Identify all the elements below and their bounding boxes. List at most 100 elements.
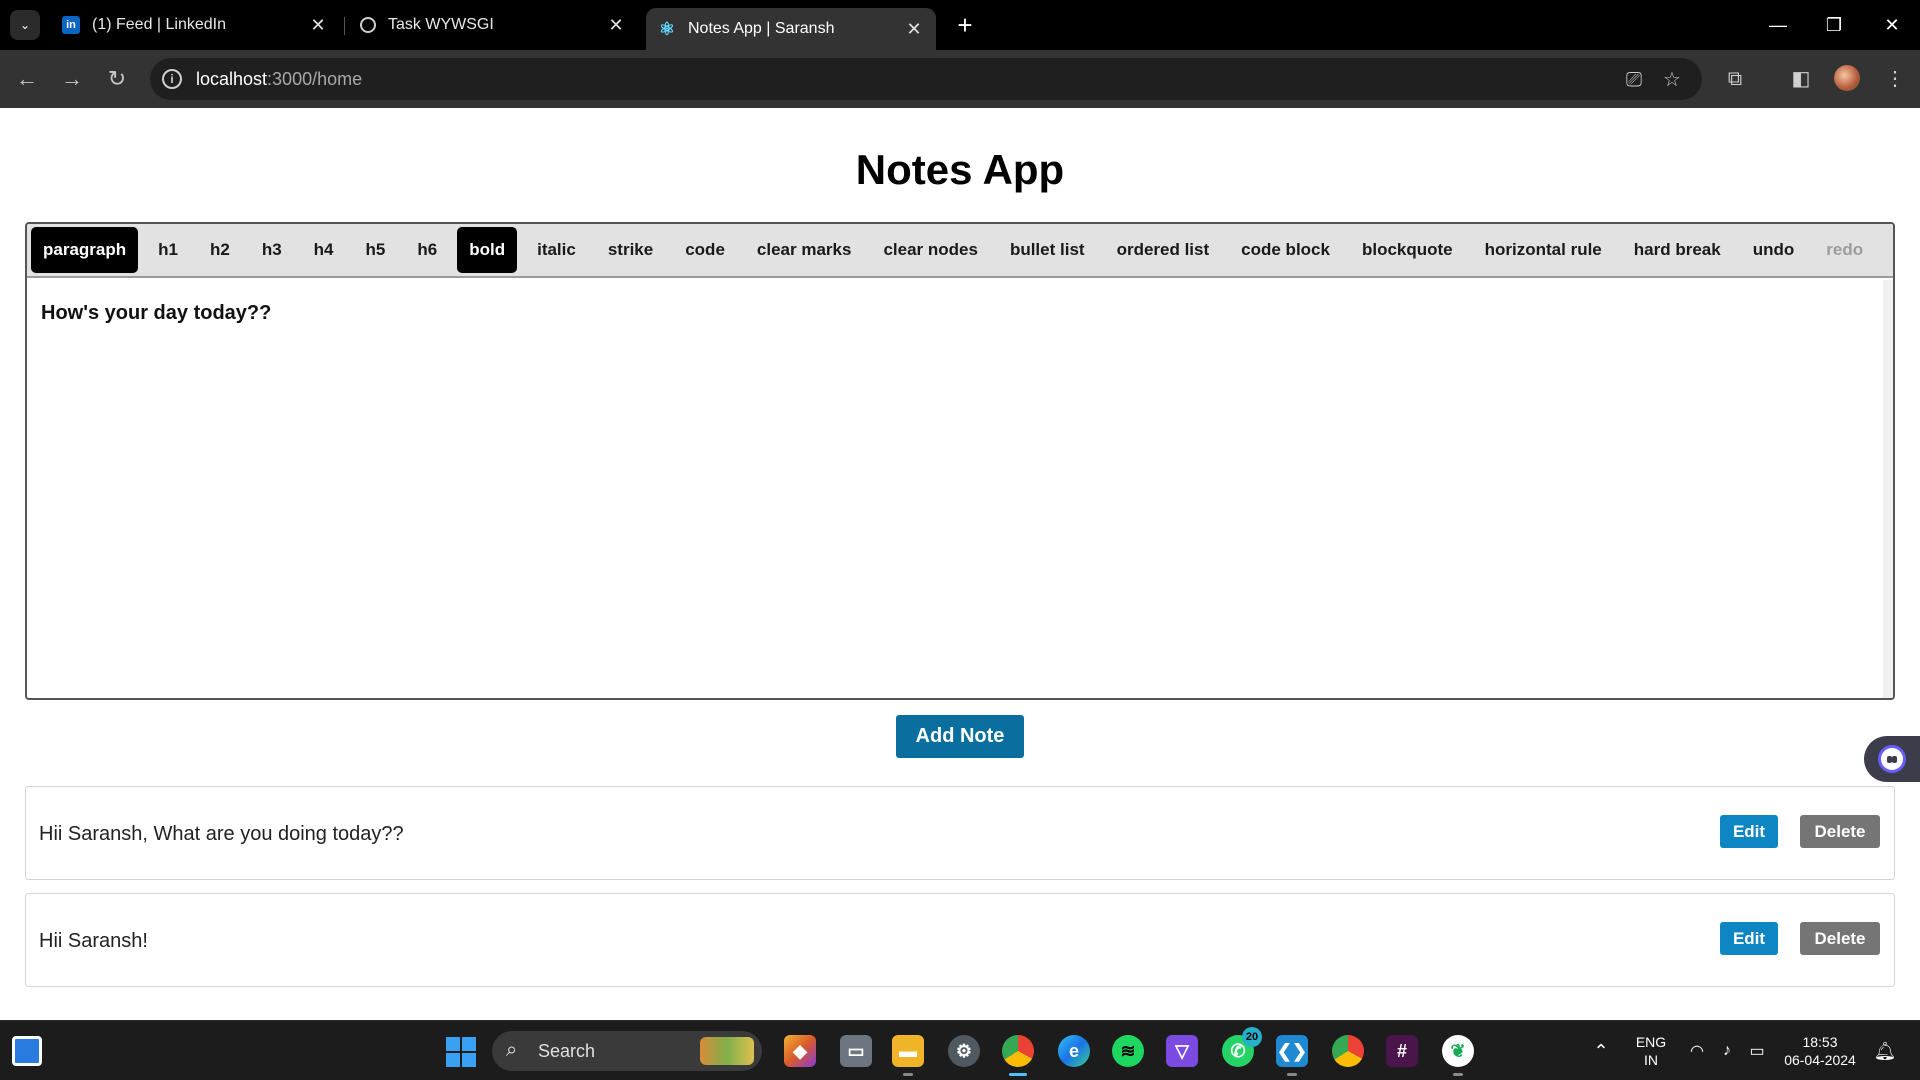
note-text: Hii Saransh, What are you doing today??: [39, 823, 404, 845]
close-window-button[interactable]: ✕: [1862, 0, 1920, 50]
rich-text-editor: paragraph h1 h2 h3 h4 h5 h6 bold italic strike cod…: [25, 222, 1895, 700]
note-text: Hii Saransh!: [39, 930, 148, 952]
menu-button-clear-nodes[interactable]: clear nodes: [871, 227, 990, 273]
tab-strip: ⌄ in (1) Feed | LinkedIn ✕ Task WYWSGI ✕…: [0, 0, 1920, 50]
tab-title: (1) Feed | LinkedIn: [92, 16, 227, 33]
url-text[interactable]: localhost:3000/home: [196, 69, 362, 90]
volume-icon[interactable]: ♪: [1714, 1021, 1740, 1080]
settings-gear-icon[interactable]: ⚙: [948, 1035, 980, 1067]
copilot-icon[interactable]: ◆: [784, 1035, 816, 1067]
note-card: Hii Saransh! Edit Delete: [25, 893, 1895, 987]
wifi-icon[interactable]: ◠: [1684, 1021, 1710, 1080]
restore-button[interactable]: ❐: [1804, 0, 1864, 50]
task-view-icon[interactable]: ▭: [840, 1035, 872, 1067]
menu-button-h1[interactable]: h1: [146, 227, 190, 273]
spotify-icon[interactable]: ≋: [1112, 1035, 1144, 1067]
notification-badge: 20: [1242, 1027, 1262, 1047]
close-icon[interactable]: ✕: [308, 15, 328, 36]
widgets-icon[interactable]: [12, 1036, 42, 1066]
tab-title: Task WYWSGI: [388, 16, 494, 33]
language-code: ENG: [1635, 1034, 1667, 1050]
show-hidden-icons-chevron-up-icon[interactable]: ⌃: [1586, 1021, 1616, 1080]
search-highlight-image: [700, 1037, 754, 1065]
tab-separator: [344, 17, 345, 35]
chevron-down-icon: ⌄: [19, 18, 31, 32]
menu-button-h3[interactable]: h3: [250, 227, 294, 273]
install-app-icon[interactable]: ⎚: [1622, 68, 1646, 92]
vscode-icon[interactable]: ❮❯: [1276, 1035, 1308, 1067]
new-tab-button[interactable]: +: [950, 10, 980, 40]
add-note-button[interactable]: Add Note: [896, 715, 1024, 758]
taskbar-search[interactable]: ⌕ Search: [492, 1031, 762, 1071]
globe-icon: [360, 17, 376, 33]
assistant-widget[interactable]: [1864, 736, 1920, 782]
delete-button[interactable]: Delete: [1800, 815, 1880, 848]
proton-vpn-icon[interactable]: ▽: [1166, 1035, 1198, 1067]
edit-button[interactable]: Edit: [1720, 922, 1778, 955]
clock-date: 06-04-2024: [1784, 1052, 1856, 1068]
clock-time: 18:53: [1802, 1034, 1838, 1050]
menu-button-h5[interactable]: h5: [354, 227, 398, 273]
profile-avatar[interactable]: [1834, 65, 1860, 91]
menu-button-italic[interactable]: italic: [525, 227, 588, 273]
menu-button-hard-break[interactable]: hard break: [1622, 227, 1733, 273]
notification-bell-icon[interactable]: 🔔︎: [1870, 1021, 1900, 1080]
extensions-icon[interactable]: ⧉: [1720, 64, 1750, 94]
slack-icon[interactable]: #: [1386, 1035, 1418, 1067]
chrome-icon[interactable]: [1002, 1035, 1034, 1067]
delete-button[interactable]: Delete: [1800, 922, 1880, 955]
menu-button-paragraph[interactable]: paragraph: [31, 227, 139, 273]
minimize-button[interactable]: —: [1748, 0, 1808, 50]
site-info-icon[interactable]: i: [162, 69, 182, 89]
bookmark-star-icon[interactable]: ☆: [1660, 68, 1684, 92]
close-icon[interactable]: ✕: [904, 19, 924, 40]
browser-toolbar: ← → ↻ i localhost:3000/home ⎚ ☆: [0, 50, 1920, 108]
menu-button-bullet-list[interactable]: bullet list: [998, 227, 1097, 273]
side-panel-icon[interactable]: ◧: [1786, 64, 1816, 94]
close-icon[interactable]: ✕: [606, 15, 626, 36]
menu-button-strike[interactable]: strike: [596, 227, 665, 273]
menu-button-redo[interactable]: redo: [1814, 227, 1875, 273]
back-button[interactable]: ←: [12, 64, 42, 94]
tab-title: Notes App | Saransh: [688, 20, 835, 37]
editor-menubar: paragraph h1 h2 h3 h4 h5 h6 bold italic strike cod…: [27, 224, 1893, 278]
editor-content[interactable]: How's your day today??: [41, 302, 271, 325]
running-indicator: [903, 1073, 913, 1076]
clock[interactable]: 18:53 06-04-2024: [1780, 1021, 1860, 1080]
menu-kebab-icon[interactable]: ⋮: [1880, 64, 1910, 94]
menu-button-clear-marks[interactable]: clear marks: [745, 227, 864, 273]
start-button[interactable]: [446, 1037, 476, 1067]
tab-search-button[interactable]: ⌄: [10, 10, 40, 40]
language-indicator[interactable]: ENG IN: [1628, 1021, 1674, 1080]
linkedin-icon: in: [62, 16, 80, 34]
menu-button-horizontal-rule[interactable]: horizontal rule: [1473, 227, 1614, 273]
edge-icon[interactable]: e: [1058, 1035, 1090, 1067]
whatsapp-icon[interactable]: ✆ 20: [1222, 1027, 1262, 1067]
chrome-profile-icon[interactable]: [1332, 1035, 1364, 1067]
tab-task[interactable]: Task WYWSGI ✕: [348, 8, 638, 42]
mongodb-compass-icon[interactable]: ❦: [1442, 1035, 1474, 1067]
menu-button-h2[interactable]: h2: [198, 227, 242, 273]
tab-linkedin[interactable]: in (1) Feed | LinkedIn ✕: [50, 8, 340, 42]
reload-button[interactable]: ↻: [102, 64, 132, 94]
menu-button-h4[interactable]: h4: [302, 227, 346, 273]
search-icon: ⌕: [506, 1039, 518, 1061]
note-card: Hii Saransh, What are you doing today?? …: [25, 786, 1895, 880]
forward-button[interactable]: →: [57, 64, 87, 94]
menu-button-bold[interactable]: bold: [457, 227, 518, 273]
tab-notes-app[interactable]: ⚛ Notes App | Saransh ✕: [646, 8, 936, 50]
menu-button-ordered-list[interactable]: ordered list: [1105, 227, 1222, 273]
running-indicator: [1453, 1073, 1463, 1076]
file-explorer-icon[interactable]: ▬: [892, 1035, 924, 1067]
editor-scrollbar[interactable]: [1883, 280, 1893, 698]
page-title: Notes App: [855, 146, 1065, 193]
menu-button-h6[interactable]: h6: [405, 227, 449, 273]
menu-button-code-block[interactable]: code block: [1229, 227, 1342, 273]
menu-button-blockquote[interactable]: blockquote: [1350, 227, 1465, 273]
menu-button-undo[interactable]: undo: [1741, 227, 1807, 273]
menu-button-code[interactable]: code: [673, 227, 737, 273]
battery-icon[interactable]: ▭: [1744, 1021, 1770, 1080]
edit-button[interactable]: Edit: [1720, 815, 1778, 848]
search-label: Search: [538, 1041, 596, 1061]
address-bar[interactable]: i localhost:3000/home ⎚ ☆: [150, 58, 1702, 100]
